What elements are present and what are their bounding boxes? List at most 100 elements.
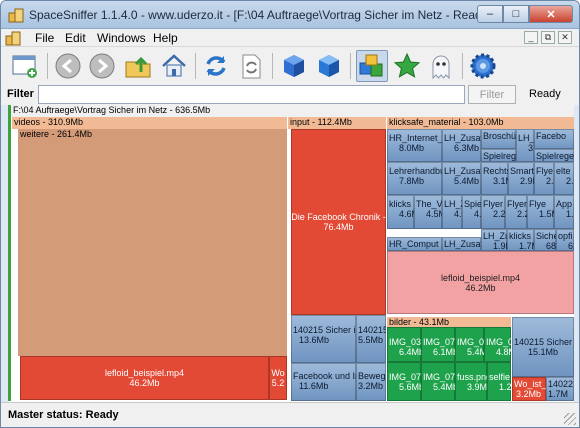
file-size: 5.4Mb	[467, 347, 484, 357]
klicksafe-file[interactable]: opfi618	[556, 229, 574, 251]
klicksafe-file[interactable]: Spielrege	[534, 149, 574, 162]
file-size: 1.7M	[548, 389, 569, 399]
facebook-chronik-file[interactable]: Die Facebook Chronik - 76.4Mb	[291, 129, 386, 315]
root-folder-header[interactable]: F:\04 Auftraege\Vortrag Sicher im Netz -…	[11, 105, 574, 117]
file-name: Wo	[271, 368, 285, 378]
file-size: 4.0M	[474, 209, 481, 219]
klicksafe-file[interactable]: Facebo	[534, 129, 574, 149]
bilder-file[interactable]: IMG_036.4Mb	[387, 327, 421, 362]
klicksafe-file[interactable]: LH_Zusatz5.4Mb	[442, 162, 481, 195]
minimize-button[interactable]: –	[477, 5, 503, 23]
bilder-file[interactable]: IMG_075.4Mb	[421, 362, 455, 401]
title-bar[interactable]: SpaceSniffer 1.1.4.0 - www.uderzo.it - […	[1, 1, 579, 29]
file-wo-ist[interactable]: Wo_ist_k 3.2Mb	[512, 377, 546, 401]
colored-view-button[interactable]	[356, 50, 388, 82]
klicksafe-file[interactable]: Smart2.9Mb	[508, 162, 534, 195]
videos-folder-header[interactable]: videos - 310.9Mb	[12, 117, 287, 129]
file-size: 1.9M	[493, 241, 507, 251]
file-size: 618	[568, 241, 574, 251]
klicksafe-file[interactable]: HR_Internet_ 8.0Mb	[387, 129, 442, 162]
klicksafe-file[interactable]: Flye1.5M	[527, 195, 554, 229]
bilder-file[interactable]: IMG_04.8M	[484, 327, 511, 362]
bilder-file[interactable]: selfie1.2M	[487, 362, 511, 401]
bilder-file[interactable]: IMG_05.4Mb	[455, 327, 484, 362]
file-name: LH_Zusatz	[444, 239, 481, 249]
refresh-icon	[206, 56, 226, 76]
file-14022[interactable]: 14022 1.7M	[546, 377, 574, 401]
klicksafe-file[interactable]: Lehrerhandbu 7.8Mb	[387, 162, 442, 195]
forward-button[interactable]	[86, 50, 118, 82]
file-name: Sicher	[536, 231, 556, 241]
file-beweg[interactable]: Beweg 3.2Mb	[356, 363, 386, 401]
klicksafe-file[interactable]: Broschü	[481, 129, 516, 149]
klicksafe-file[interactable]: Spie4.0M	[462, 195, 481, 229]
lefloid-video-file[interactable]: lefloid_beispiel.mp4 46.2Mb	[20, 356, 269, 400]
filter-button[interactable]: Filter	[468, 85, 516, 104]
klicksafe-file[interactable]: Flyer2.2M	[505, 195, 527, 229]
blue-box-icon	[319, 55, 339, 77]
bilder-file[interactable]: IMG_076.1Mb	[421, 327, 455, 362]
up-folder-button[interactable]	[122, 50, 154, 82]
klicksafe-file[interactable]: LH_Zu1.9M	[481, 229, 507, 251]
menu-help[interactable]: Help	[153, 31, 178, 45]
file-140215-b[interactable]: 140215 5.5Mb	[356, 315, 386, 363]
home-button[interactable]	[158, 50, 190, 82]
file-name: LH_Z	[444, 199, 462, 209]
klicksafe-file[interactable]: The_V4.5M	[414, 195, 442, 229]
klicksafe-file[interactable]: Flyer2.2M	[481, 195, 505, 229]
klicksafe-file[interactable]: klicks4.6Mb	[387, 195, 414, 229]
klicksafe-file[interactable]: LH_Z4.0M	[442, 195, 462, 229]
back-button[interactable]	[52, 50, 84, 82]
menu-edit[interactable]: Edit	[65, 31, 86, 45]
file-name: 140215 Sicher im	[293, 325, 356, 335]
mdi-minimize-button[interactable]: _	[524, 31, 538, 44]
ghost-button[interactable]	[425, 50, 457, 82]
klicksafe-folder-header[interactable]: klicksafe_material - 103.0Mb	[387, 117, 574, 129]
lefloid-beispiel-file[interactable]: lefloid_beispiel.mp4 46.2Mb	[387, 251, 574, 314]
maximize-button[interactable]: □	[503, 5, 529, 23]
favorites-button[interactable]	[391, 50, 423, 82]
file-140215-sicher-b[interactable]: 140215 Sicher 15.1Mb	[512, 317, 574, 377]
klicksafe-file[interactable]: App1.M	[554, 195, 574, 229]
close-button[interactable]: ✕	[529, 5, 573, 23]
refresh-button[interactable]	[200, 50, 232, 82]
file-name: Facebo	[536, 131, 567, 141]
refresh-item-button[interactable]	[235, 50, 267, 82]
view-cube-button[interactable]	[313, 50, 345, 82]
klicksafe-file[interactable]: elte2.3I	[554, 162, 574, 195]
input-folder-header[interactable]: input - 112.4Mb	[288, 117, 386, 129]
mdi-close-button[interactable]: ✕	[558, 31, 572, 44]
wo-video-file[interactable]: Wo 5.2	[269, 356, 287, 400]
file-facebook-und-in[interactable]: Facebook und In 11.6Mb	[291, 363, 356, 401]
gear-icon	[470, 53, 496, 79]
file-140215-sicher[interactable]: 140215 Sicher im 13.6Mb	[291, 315, 356, 363]
klicksafe-file[interactable]: Rechts3.1Mb	[481, 162, 508, 195]
bilder-file[interactable]: fuss.png3.9Mb	[455, 362, 487, 401]
new-window-button[interactable]	[9, 50, 41, 82]
klicksafe-file[interactable]: Spielrege	[481, 149, 516, 162]
klicksafe-file[interactable]: LH_3.3I	[516, 129, 534, 162]
klicksafe-file[interactable]: klicks1.7M	[507, 229, 534, 251]
weitere-folder[interactable]: weitere - 261.4Mb	[18, 129, 287, 356]
mdi-restore-button[interactable]: ⧉	[541, 31, 555, 44]
file-size: 1.M	[566, 209, 574, 219]
bilder-folder-header[interactable]: bilder - 43.1Mb	[387, 317, 511, 327]
menu-windows[interactable]: Windows	[97, 31, 146, 45]
app-menu-icon[interactable]	[5, 30, 21, 46]
menu-file[interactable]: File	[35, 31, 54, 45]
settings-button[interactable]	[467, 50, 499, 82]
master-status: Master status: Ready	[8, 409, 119, 421]
file-size: 4.5M	[426, 209, 442, 219]
klicksafe-file[interactable]: LH_Zusatz6.3Mb	[442, 129, 481, 162]
klicksafe-file[interactable]: Sicher682.0	[534, 229, 556, 251]
filter-input[interactable]	[38, 85, 465, 104]
klicksafe-file[interactable]: LH_Zusatz	[442, 237, 481, 251]
app-icon	[8, 8, 24, 23]
view-blocks-button[interactable]	[278, 50, 310, 82]
bilder-file[interactable]: IMG_075.6Mb	[387, 362, 421, 401]
blue-cube-icon	[284, 55, 304, 77]
klicksafe-file[interactable]: Flye2.4I	[534, 162, 554, 195]
resize-grip[interactable]	[564, 413, 576, 425]
file-name: Broschü	[483, 131, 516, 141]
klicksafe-file[interactable]: HR_Comput	[387, 237, 442, 251]
